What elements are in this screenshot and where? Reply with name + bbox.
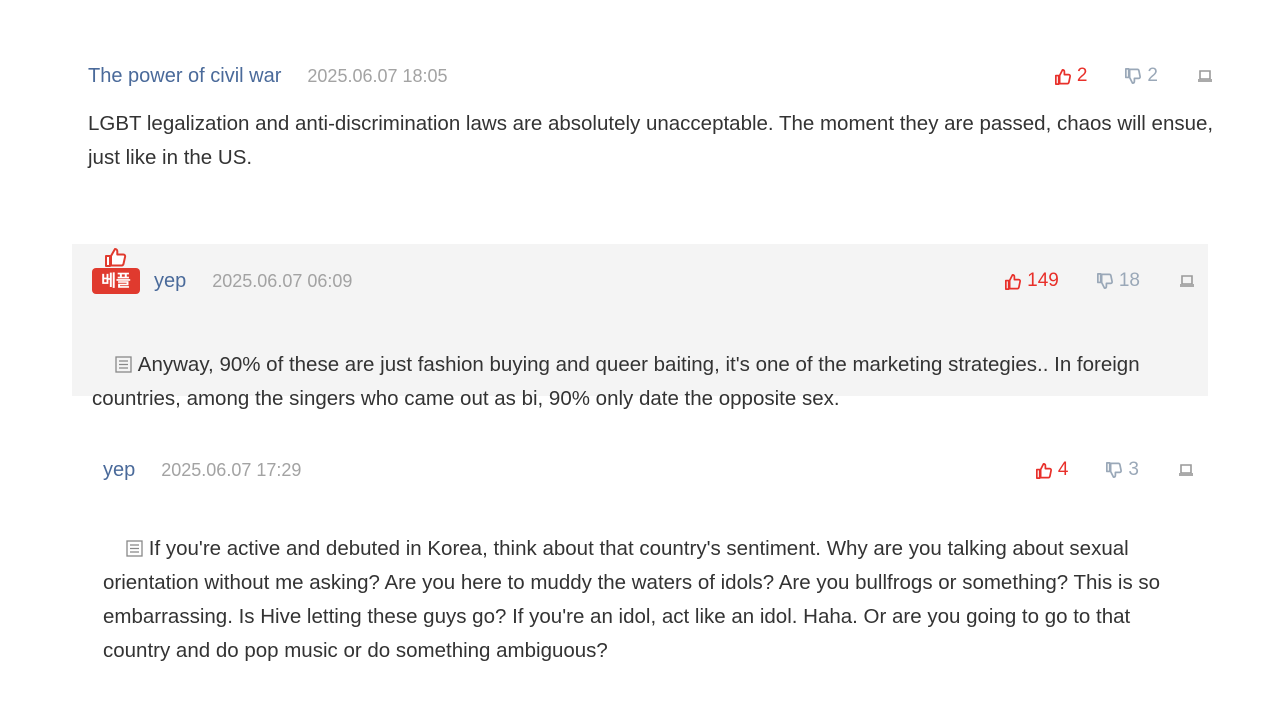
comment-item: The power of civil war 2025.06.07 18:05 … [88, 62, 1214, 182]
thumbs-down-icon [1096, 272, 1113, 289]
comment-date: 2025.06.07 06:09 [212, 270, 353, 291]
comment-text: LGBT legalization and anti-discriminatio… [88, 112, 1219, 169]
report-icon [1198, 70, 1212, 82]
best-badge-label: 베플 [92, 268, 140, 294]
dislike-count: 3 [1128, 459, 1139, 480]
comment-date: 2025.06.07 17:29 [161, 459, 302, 480]
comment-item: yep 2025.06.07 17:29 4 3 If you're activ… [103, 456, 1195, 662]
dislike-count: 18 [1118, 270, 1140, 291]
comment-header: The power of civil war 2025.06.07 18:05 … [88, 64, 1214, 88]
comment-actions: 149 18 [1003, 269, 1196, 293]
comment-author[interactable]: The power of civil war [88, 65, 281, 88]
like-button[interactable]: 2 [1053, 65, 1088, 87]
comment-header: yep 2025.06.07 17:29 4 3 [103, 458, 1195, 482]
best-thumbs-up-icon [105, 248, 127, 267]
thumbs-up-icon [1005, 273, 1022, 290]
thumbs-down-icon [1106, 461, 1123, 478]
report-button[interactable] [1196, 67, 1214, 85]
comment-actions: 2 2 [1053, 64, 1214, 88]
memo-icon [115, 356, 132, 373]
dislike-button[interactable]: 3 [1104, 459, 1139, 481]
report-button[interactable] [1177, 461, 1195, 479]
dislike-count: 2 [1147, 65, 1158, 86]
comment-header: yep 2025.06.07 06:09 149 18 [154, 269, 1196, 293]
like-button[interactable]: 149 [1003, 270, 1059, 292]
comment-author[interactable]: yep [154, 270, 186, 293]
memo-icon [126, 540, 143, 557]
comment-text: If you're active and debuted in Korea, t… [103, 537, 1166, 662]
comment-text: Anyway, 90% of these are just fashion bu… [92, 353, 1146, 410]
dislike-button[interactable]: 2 [1123, 65, 1158, 87]
like-count: 2 [1076, 65, 1088, 86]
like-button[interactable]: 4 [1034, 459, 1069, 481]
comment-actions: 4 3 [1034, 458, 1195, 482]
comment-date: 2025.06.07 18:05 [307, 65, 448, 86]
report-icon [1180, 275, 1194, 287]
best-comment-item: 베플 yep 2025.06.07 06:09 149 18 Anyway, 9… [72, 244, 1208, 410]
report-icon [1179, 464, 1193, 476]
thumbs-up-icon [1035, 462, 1052, 479]
comment-text-block: Anyway, 90% of these are just fashion bu… [92, 314, 1204, 450]
comment-author[interactable]: yep [103, 459, 135, 482]
like-count: 4 [1057, 459, 1069, 480]
like-count: 149 [1027, 270, 1059, 291]
report-button[interactable] [1178, 272, 1196, 290]
best-badge: 베플 [92, 246, 140, 296]
thumbs-down-icon [1125, 67, 1142, 84]
comment-text-block: If you're active and debuted in Korea, t… [103, 498, 1195, 702]
dislike-button[interactable]: 18 [1095, 270, 1140, 292]
thumbs-up-icon [1054, 68, 1071, 85]
